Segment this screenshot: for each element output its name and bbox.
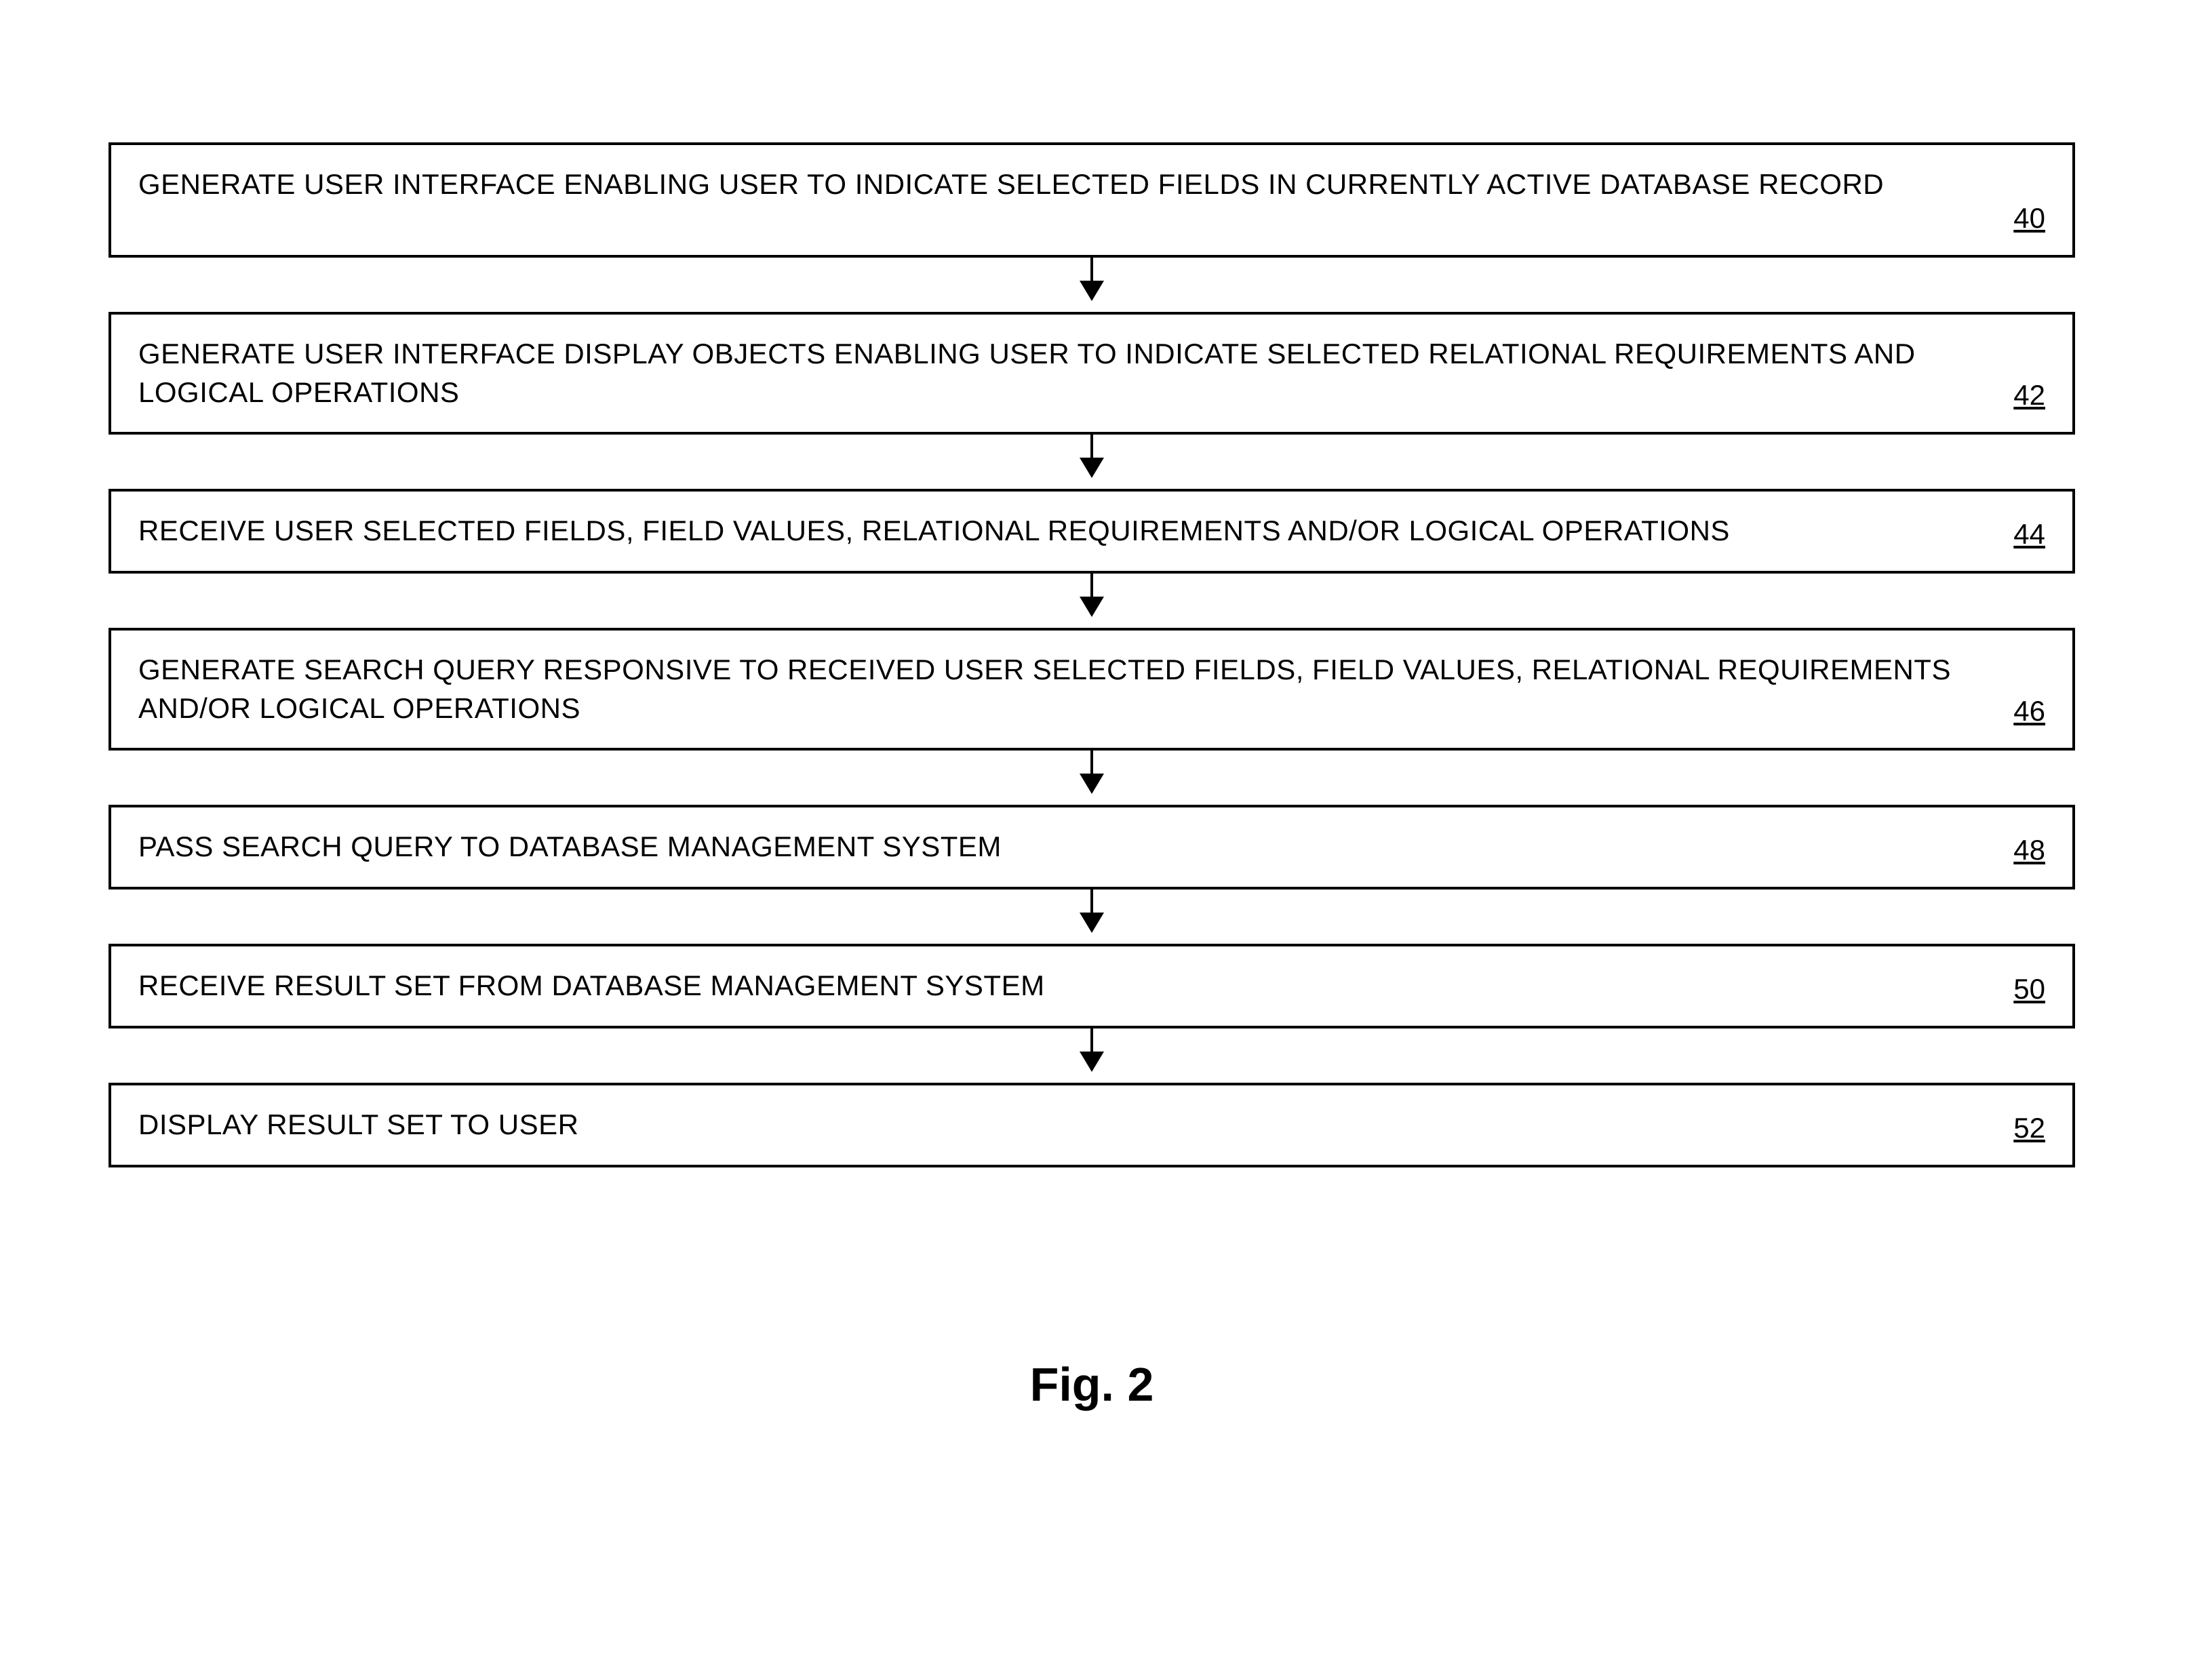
arrow-icon (109, 435, 2075, 489)
step-text: PASS SEARCH QUERY TO DATABASE MANAGEMENT… (138, 828, 2013, 866)
arrow-icon (109, 574, 2075, 628)
step-text: RECEIVE USER SELECTED FIELDS, FIELD VALU… (138, 512, 2013, 551)
flowchart-step: RECEIVE RESULT SET FROM DATABASE MANAGEM… (109, 944, 2075, 1028)
step-number: 42 (2013, 379, 2045, 412)
flowchart-step: DISPLAY RESULT SET TO USER 52 (109, 1083, 2075, 1167)
step-number: 44 (2013, 518, 2045, 551)
flowchart-step: GENERATE USER INTERFACE DISPLAY OBJECTS … (109, 312, 2075, 435)
step-number: 50 (2013, 973, 2045, 1005)
step-text: GENERATE USER INTERFACE ENABLING USER TO… (138, 165, 2013, 204)
flowchart-step: PASS SEARCH QUERY TO DATABASE MANAGEMENT… (109, 805, 2075, 889)
arrow-icon (109, 1028, 2075, 1083)
step-text: GENERATE USER INTERFACE DISPLAY OBJECTS … (138, 335, 2013, 412)
step-number: 46 (2013, 695, 2045, 727)
step-text: RECEIVE RESULT SET FROM DATABASE MANAGEM… (138, 967, 2013, 1005)
step-text: DISPLAY RESULT SET TO USER (138, 1106, 2013, 1144)
arrow-icon (109, 258, 2075, 312)
flowchart-step: GENERATE USER INTERFACE ENABLING USER TO… (109, 142, 2075, 258)
arrow-icon (109, 751, 2075, 805)
step-number: 52 (2013, 1112, 2045, 1144)
flowchart-step: RECEIVE USER SELECTED FIELDS, FIELD VALU… (109, 489, 2075, 574)
figure-caption: Fig. 2 (109, 1357, 2075, 1412)
flowchart-step: GENERATE SEARCH QUERY RESPONSIVE TO RECE… (109, 628, 2075, 751)
step-text: GENERATE SEARCH QUERY RESPONSIVE TO RECE… (138, 651, 2013, 727)
step-number: 48 (2013, 834, 2045, 866)
arrow-icon (109, 889, 2075, 944)
flowchart-container: GENERATE USER INTERFACE ENABLING USER TO… (109, 142, 2075, 1412)
step-number: 40 (2013, 202, 2045, 235)
